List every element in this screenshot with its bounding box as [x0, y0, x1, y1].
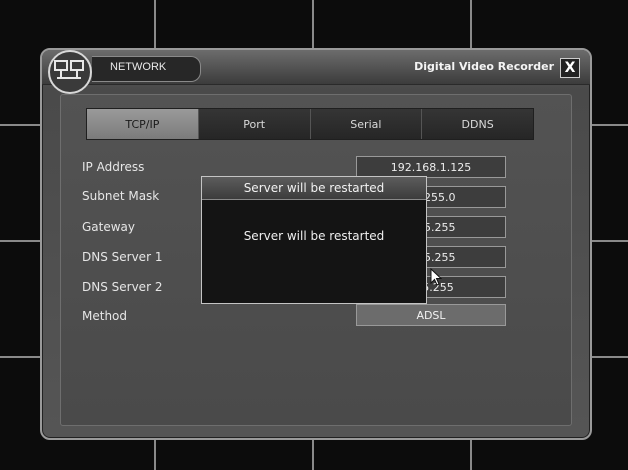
section-title: NETWORK: [110, 61, 167, 73]
tab-port[interactable]: Port: [198, 109, 311, 139]
tab-serial[interactable]: Serial: [310, 109, 423, 139]
dialog-title: Server will be restarted: [202, 177, 426, 200]
dns-server-2-label: DNS Server 2: [82, 280, 163, 294]
subnet-mask-label: Subnet Mask: [82, 189, 160, 203]
mouse-cursor-icon: [430, 268, 442, 286]
tab-label: Port: [243, 117, 266, 131]
app-title: Digital Video Recorder: [414, 60, 554, 73]
tab-label: DDNS: [461, 117, 494, 131]
method-select[interactable]: ADSL: [356, 304, 506, 326]
close-button[interactable]: X: [560, 58, 580, 78]
method-label: Method: [82, 309, 128, 323]
tab-label: TCP/IP: [125, 117, 160, 131]
tab-label: Serial: [350, 117, 382, 131]
dialog-message: Server will be restarted: [243, 229, 385, 243]
gateway-label: Gateway: [82, 220, 136, 234]
ip-address-field[interactable]: 192.168.1.125: [356, 156, 506, 178]
dns-server-1-label: DNS Server 1: [82, 250, 163, 264]
section-title-tab: NETWORK: [92, 56, 201, 82]
tab-ddns[interactable]: DDNS: [422, 109, 533, 139]
tab-tcpip[interactable]: TCP/IP: [87, 109, 199, 139]
network-logo-icon: [48, 50, 92, 94]
tab-bar: TCP/IP Port Serial DDNS: [86, 108, 534, 140]
ip-address-label: IP Address: [82, 160, 145, 174]
close-icon: X: [564, 60, 576, 76]
restart-dialog: Server will be restarted Server will be …: [201, 176, 427, 304]
title-bar: NETWORK Digital Video Recorder X: [42, 50, 590, 85]
